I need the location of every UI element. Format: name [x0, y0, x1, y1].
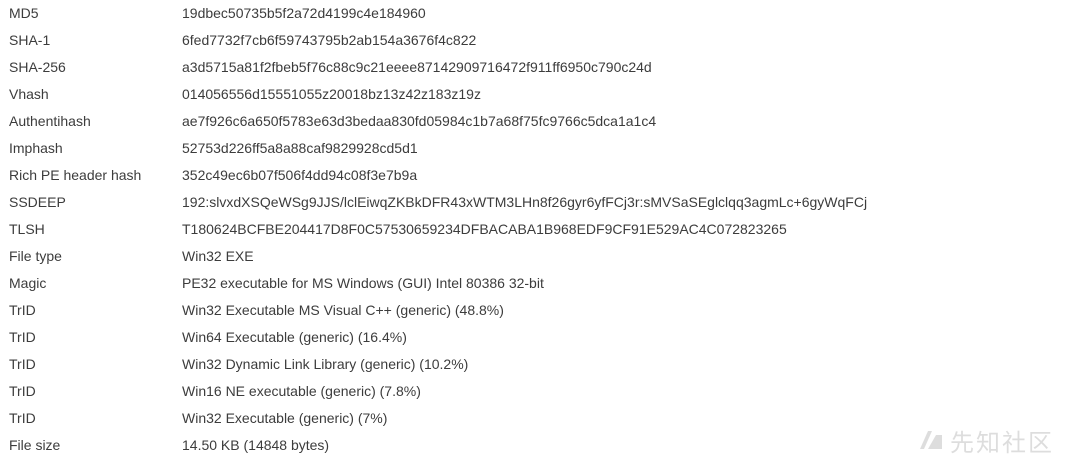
property-row-rich-pe-header-hash: Rich PE header hash 352c49ec6b07f506f4dd… [0, 162, 1068, 189]
property-label: Magic [9, 275, 47, 291]
property-value[interactable]: Win32 EXE [182, 243, 254, 270]
property-label: SHA-1 [9, 32, 51, 48]
property-value[interactable]: Win32 Dynamic Link Library (generic) (10… [182, 351, 468, 378]
property-label: Vhash [9, 86, 49, 102]
property-label: MD5 [9, 5, 39, 21]
property-row-magic: Magic PE32 executable for MS Windows (GU… [0, 270, 1068, 297]
property-row-sha1: SHA-1 6fed7732f7cb6f59743795b2ab154a3676… [0, 27, 1068, 54]
property-row-trid: TrID Win64 Executable (generic) (16.4%) [0, 324, 1068, 351]
property-row-ssdeep: SSDEEP 192:slvxdXSQeWSg9JJS/lclEiwqZKBkD… [0, 189, 1068, 216]
property-value[interactable]: 014056556d15551055z20018bz13z42z183z19z [182, 81, 481, 108]
property-label: File size [9, 437, 61, 453]
property-value[interactable]: 19dbec50735b5f2a72d4199c4e184960 [182, 0, 426, 27]
property-row-imphash: Imphash 52753d226ff5a8a88caf9829928cd5d1 [0, 135, 1068, 162]
property-row-tlsh: TLSH T180624BCFBE204417D8F0C57530659234D… [0, 216, 1068, 243]
property-row-trid: TrID Win32 Dynamic Link Library (generic… [0, 351, 1068, 378]
property-value[interactable]: 52753d226ff5a8a88caf9829928cd5d1 [182, 135, 418, 162]
property-row-trid: TrID Win16 NE executable (generic) (7.8%… [0, 378, 1068, 405]
property-label: Imphash [9, 140, 63, 156]
file-properties-list: MD5 19dbec50735b5f2a72d4199c4e184960 SHA… [0, 0, 1068, 459]
property-value[interactable]: 352c49ec6b07f506f4dd94c08f3e7b9a [182, 162, 417, 189]
property-label: TrID [9, 410, 36, 426]
property-value[interactable]: PE32 executable for MS Windows (GUI) Int… [182, 270, 544, 297]
property-row-trid: TrID Win32 Executable (generic) (7%) [0, 405, 1068, 432]
property-value[interactable]: Win16 NE executable (generic) (7.8%) [182, 378, 421, 405]
property-value[interactable]: Win64 Executable (generic) (16.4%) [182, 324, 407, 351]
watermark: 先知社区 [918, 426, 1054, 457]
property-label: TrID [9, 356, 36, 372]
property-value[interactable]: 192:slvxdXSQeWSg9JJS/lclEiwqZKBkDFR43xWT… [182, 189, 867, 216]
property-value[interactable]: a3d5715a81f2fbeb5f76c88c9c21eeee87142909… [182, 54, 652, 81]
property-row-md5: MD5 19dbec50735b5f2a72d4199c4e184960 [0, 0, 1068, 27]
property-value[interactable]: 14.50 KB (14848 bytes) [182, 432, 329, 459]
property-label: File type [9, 248, 62, 264]
property-row-file-size: File size 14.50 KB (14848 bytes) [0, 432, 1068, 459]
watermark-text: 先知社区 [950, 428, 1054, 457]
property-label: TrID [9, 329, 36, 345]
property-value[interactable]: T180624BCFBE204417D8F0C57530659234DFBACA… [182, 216, 787, 243]
property-row-file-type: File type Win32 EXE [0, 243, 1068, 270]
property-row-vhash: Vhash 014056556d15551055z20018bz13z42z18… [0, 81, 1068, 108]
property-value[interactable]: ae7f926c6a650f5783e63d3bedaa830fd05984c1… [182, 108, 656, 135]
property-label: TrID [9, 383, 36, 399]
property-label: Rich PE header hash [9, 167, 142, 183]
property-label: TLSH [9, 221, 45, 237]
property-value[interactable]: Win32 Executable (generic) (7%) [182, 405, 387, 432]
property-label: SHA-256 [9, 59, 66, 75]
property-row-authentihash: Authentihash ae7f926c6a650f5783e63d3beda… [0, 108, 1068, 135]
xianzhi-logo-icon [920, 431, 942, 449]
property-row-sha256: SHA-256 a3d5715a81f2fbeb5f76c88c9c21eeee… [0, 54, 1068, 81]
property-value[interactable]: 6fed7732f7cb6f59743795b2ab154a3676f4c822 [182, 27, 476, 54]
property-label: TrID [9, 302, 36, 318]
property-row-trid: TrID Win32 Executable MS Visual C++ (gen… [0, 297, 1068, 324]
property-value[interactable]: Win32 Executable MS Visual C++ (generic)… [182, 297, 504, 324]
property-label: Authentihash [9, 113, 91, 129]
property-label: SSDEEP [9, 194, 66, 210]
